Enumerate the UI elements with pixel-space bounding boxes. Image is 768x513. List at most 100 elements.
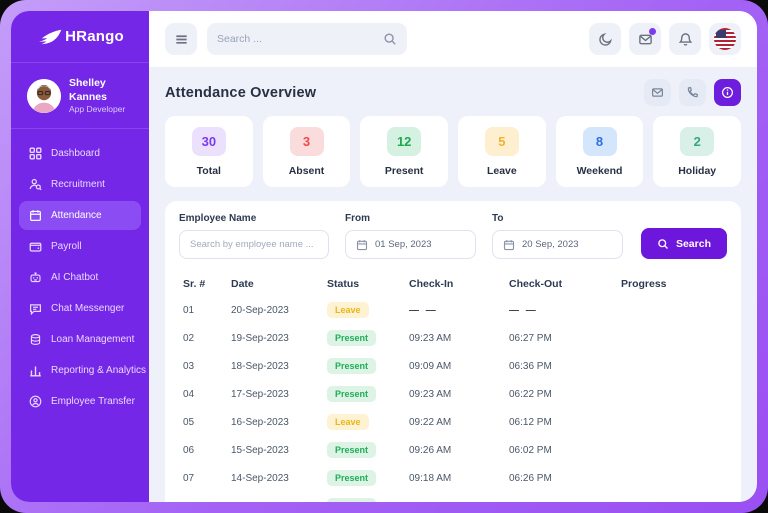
- col-header-checkin: Check-In: [409, 278, 454, 290]
- stat-card-total[interactable]: 30 Total: [165, 116, 253, 187]
- checkin-cell: — —: [409, 304, 438, 316]
- date-cell: 18-Sep-2023: [231, 360, 289, 372]
- brand-logo: HRango: [11, 11, 149, 63]
- table-row[interactable]: 08 13-Sep-2023 Present 09:12 AM 06:32 PM: [179, 492, 727, 502]
- sr-cell: 06: [183, 444, 195, 456]
- sr-cell: 01: [183, 304, 195, 316]
- table-row[interactable]: 04 17-Sep-2023 Present 09:23 AM 06:22 PM: [179, 380, 727, 408]
- checkout-cell: 06:32 PM: [509, 501, 621, 503]
- stat-value: 5: [484, 127, 519, 156]
- sidebar-item-attendance[interactable]: Attendance: [19, 201, 141, 231]
- employee-name-label: Employee Name: [179, 213, 257, 224]
- attendance-calendar-icon: [30, 210, 41, 222]
- sidebar-item-ai-chatbot[interactable]: AI Chatbot: [19, 263, 141, 292]
- checkin-cell: 09:26 AM: [409, 444, 452, 456]
- to-date-field: To 20 Sep, 2023: [492, 213, 623, 259]
- col-header-progress: Progress: [621, 278, 667, 290]
- filter-search-button[interactable]: Search: [640, 228, 727, 259]
- sidebar-item-label: Employee Transfer: [51, 396, 135, 408]
- from-date-input[interactable]: 01 Sep, 2023: [345, 230, 476, 259]
- search-icon: [384, 33, 396, 45]
- user-profile[interactable]: Shelley Kannes App Developer: [11, 63, 149, 130]
- brand-name: HRango: [65, 28, 124, 45]
- table-row[interactable]: 01 20-Sep-2023 Leave — — — —: [179, 296, 727, 324]
- payroll-wallet-icon: [29, 242, 42, 252]
- sidebar: HRango Shelley Kannes App Developer Dash…: [11, 11, 149, 502]
- employee-name-field: Employee Name: [179, 213, 329, 259]
- stat-value: 2: [680, 127, 715, 156]
- stat-label: Leave: [486, 165, 517, 177]
- attendance-table: Sr. # Date Status Check-In Check-Out Pro…: [179, 272, 727, 502]
- notifications-button[interactable]: [669, 23, 701, 55]
- stat-value: 3: [289, 127, 324, 156]
- sidebar-item-recruitment[interactable]: Recruitment: [19, 170, 141, 199]
- main-area: Attendance Overview 30 Total: [149, 11, 757, 502]
- sidebar-item-payroll[interactable]: Payroll: [19, 232, 141, 261]
- table-row[interactable]: 06 15-Sep-2023 Present 09:26 AM 06:02 PM: [179, 436, 727, 464]
- status-badge: Present: [327, 330, 377, 346]
- dark-mode-button[interactable]: [589, 23, 621, 55]
- email-button[interactable]: [644, 79, 671, 106]
- sidebar-item-loan-management[interactable]: Loan Management: [19, 325, 141, 354]
- bar-chart-icon: [30, 366, 41, 377]
- language-flag-button[interactable]: [709, 23, 741, 55]
- device-frame: HRango Shelley Kannes App Developer Dash…: [0, 0, 768, 513]
- to-date-input[interactable]: 20 Sep, 2023: [492, 230, 623, 259]
- to-date-value: 20 Sep, 2023: [522, 239, 579, 250]
- sidebar-item-label: Chat Messenger: [51, 303, 125, 315]
- table-row[interactable]: 05 16-Sep-2023 Leave 09:22 AM 06:12 PM: [179, 408, 727, 436]
- sidebar-item-chat-messenger[interactable]: Chat Messenger: [19, 294, 141, 323]
- stat-card-weekend[interactable]: 8 Weekend: [555, 116, 644, 187]
- chat-bubble-icon: [30, 304, 41, 316]
- content: Attendance Overview 30 Total 3 Absent 12…: [149, 67, 757, 502]
- employee-name-input[interactable]: [179, 230, 329, 259]
- date-cell: 14-Sep-2023: [231, 472, 289, 484]
- ai-chatbot-robot-icon: [30, 272, 41, 283]
- bell-icon: [678, 32, 692, 46]
- call-button[interactable]: [679, 79, 706, 106]
- sidebar-item-label: Dashboard: [51, 148, 100, 160]
- checkout-cell: 06:12 PM: [509, 416, 552, 428]
- stat-card-absent[interactable]: 3 Absent: [262, 116, 351, 187]
- from-date-value: 01 Sep, 2023: [375, 239, 432, 250]
- messages-button[interactable]: [629, 23, 661, 55]
- stat-card-leave[interactable]: 5 Leave: [458, 116, 546, 187]
- sidebar-item-label: Recruitment: [51, 179, 105, 191]
- table-row[interactable]: 07 14-Sep-2023 Present 09:18 AM 06:26 PM: [179, 464, 727, 492]
- table-row[interactable]: 02 19-Sep-2023 Present 09:23 AM 06:27 PM: [179, 324, 727, 352]
- checkin-cell: 09:18 AM: [409, 472, 452, 484]
- wing-logo-icon: [39, 29, 62, 44]
- stat-card-present[interactable]: 12 Present: [360, 116, 449, 187]
- recruitment-person-search-icon: [29, 179, 42, 191]
- status-badge: Present: [327, 442, 377, 458]
- checkin-cell: 09:09 AM: [409, 360, 452, 372]
- status-badge: Leave: [327, 302, 369, 318]
- stat-card-holiday[interactable]: 2 Holiday: [653, 116, 742, 187]
- date-cell: 17-Sep-2023: [231, 388, 289, 400]
- sr-cell: 03: [183, 360, 195, 372]
- search-input[interactable]: [217, 33, 377, 45]
- sidebar-item-label: Attendance: [51, 210, 102, 222]
- sidebar-nav: Dashboard Recruitment Attendance Payroll…: [11, 129, 149, 426]
- app-window: HRango Shelley Kannes App Developer Dash…: [11, 11, 757, 502]
- sidebar-item-dashboard[interactable]: Dashboard: [19, 139, 141, 168]
- sidebar-item-reporting-analytics[interactable]: Reporting & Analytics: [19, 356, 146, 385]
- table-row[interactable]: 03 18-Sep-2023 Present 09:09 AM 06:36 PM: [179, 352, 727, 380]
- dashboard-grid-icon: [29, 147, 42, 160]
- global-search[interactable]: [207, 23, 407, 55]
- from-date-field: From 01 Sep, 2023: [345, 213, 476, 259]
- info-button[interactable]: [714, 79, 741, 106]
- from-date-label: From: [345, 213, 370, 224]
- profile-name: Shelley Kannes: [69, 77, 107, 103]
- stat-label: Present: [384, 165, 424, 177]
- sidebar-item-label: Loan Management: [51, 334, 135, 346]
- hamburger-menu-button[interactable]: [165, 23, 197, 55]
- date-cell: 13-Sep-2023: [231, 501, 327, 503]
- profile-role: App Developer: [69, 104, 126, 115]
- attendance-panel: Employee Name From 01 Sep, 2023 To: [165, 201, 741, 502]
- checkin-cell: 09:22 AM: [409, 416, 452, 428]
- sidebar-item-employee-transfer[interactable]: Employee Transfer: [19, 387, 141, 416]
- status-badge: Present: [327, 498, 377, 502]
- employee-transfer-icon: [29, 395, 42, 408]
- col-header-sr: Sr. #: [183, 278, 206, 290]
